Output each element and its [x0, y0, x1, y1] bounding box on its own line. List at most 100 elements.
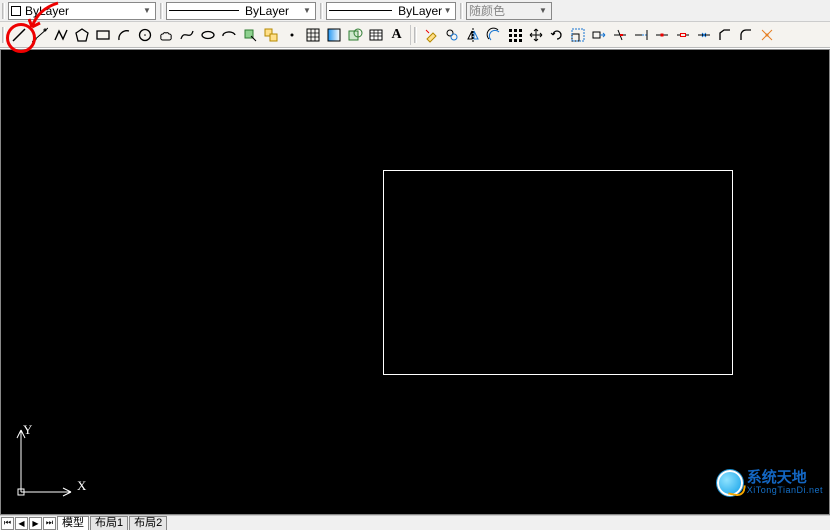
watermark: 系统天地 XiTongTianDi.net [717, 470, 823, 496]
polygon-icon [74, 27, 90, 43]
tab-layout1[interactable]: 布局1 [90, 516, 128, 530]
hatch-tool[interactable] [302, 24, 323, 46]
join-icon [696, 27, 712, 43]
ucs-x-label: X [77, 478, 86, 494]
revision-cloud-tool[interactable] [155, 24, 176, 46]
insert-block-icon [242, 27, 258, 43]
layer-color-swatch [11, 6, 21, 16]
chamfer-tool[interactable] [714, 24, 735, 46]
layer-combo-text: ByLayer [25, 4, 69, 18]
plotstyle-combo-text: 随颜色 [469, 2, 505, 19]
text-tool[interactable]: A [386, 24, 407, 46]
insert-block-tool[interactable] [239, 24, 260, 46]
explode-icon [759, 27, 775, 43]
ellipse-tool[interactable] [197, 24, 218, 46]
layer-combo[interactable]: ByLayer ▼ [8, 2, 156, 20]
grip[interactable] [2, 3, 5, 19]
extend-tool[interactable] [630, 24, 651, 46]
fillet-icon [738, 27, 754, 43]
scale-tool[interactable] [567, 24, 588, 46]
stretch-icon [591, 27, 607, 43]
polyline-tool[interactable] [50, 24, 71, 46]
circle-icon [137, 27, 153, 43]
circle-tool[interactable] [134, 24, 155, 46]
polyline-icon [53, 27, 69, 43]
gradient-icon [326, 27, 342, 43]
break-at-point-tool[interactable] [651, 24, 672, 46]
grip[interactable] [460, 3, 463, 19]
offset-icon [486, 27, 502, 43]
point-tool[interactable] [281, 24, 302, 46]
watermark-cn: 系统天地 [747, 471, 823, 485]
explode-tool[interactable] [756, 24, 777, 46]
grip[interactable] [160, 3, 163, 19]
lineweight-combo[interactable]: ByLayer ▼ [326, 2, 456, 20]
extend-icon [633, 27, 649, 43]
construction-line-tool[interactable] [29, 24, 50, 46]
offset-tool[interactable] [483, 24, 504, 46]
line-icon [11, 27, 27, 43]
chevron-down-icon: ▼ [537, 6, 549, 15]
array-icon [507, 27, 523, 43]
make-block-icon [263, 27, 279, 43]
move-tool[interactable] [525, 24, 546, 46]
chamfer-icon [717, 27, 733, 43]
polygon-tool[interactable] [71, 24, 92, 46]
tab-prev-button[interactable]: ◀ [15, 517, 28, 530]
scale-icon [570, 27, 586, 43]
tab-last-button[interactable]: ⏭ [43, 517, 56, 530]
rectangle-tool[interactable] [92, 24, 113, 46]
line-tool[interactable] [8, 24, 29, 46]
ellipse-arc-icon [221, 27, 237, 43]
chevron-down-icon: ▼ [141, 6, 153, 15]
chevron-down-icon: ▼ [442, 6, 453, 15]
trim-tool[interactable] [609, 24, 630, 46]
grip[interactable] [2, 27, 5, 43]
erase-icon [423, 27, 439, 43]
mirror-icon [465, 27, 481, 43]
tab-next-button[interactable]: ▶ [29, 517, 42, 530]
toolbar-separator [410, 25, 411, 45]
text-icon: A [391, 27, 401, 43]
spline-tool[interactable] [176, 24, 197, 46]
erase-tool[interactable] [420, 24, 441, 46]
grip[interactable] [414, 27, 417, 43]
make-block-tool[interactable] [260, 24, 281, 46]
chevron-down-icon: ▼ [301, 6, 313, 15]
rotate-tool[interactable] [546, 24, 567, 46]
lineweight-preview [329, 10, 392, 11]
ellipse-arc-tool[interactable] [218, 24, 239, 46]
fillet-tool[interactable] [735, 24, 756, 46]
hatch-icon [305, 27, 321, 43]
mirror-tool[interactable] [462, 24, 483, 46]
region-tool[interactable] [344, 24, 365, 46]
drawn-rectangle[interactable] [383, 170, 733, 375]
tab-model[interactable]: 模型 [57, 516, 89, 530]
linetype-preview [169, 10, 239, 11]
stretch-tool[interactable] [588, 24, 609, 46]
join-tool[interactable] [693, 24, 714, 46]
point-icon [284, 27, 300, 43]
drawing-canvas[interactable]: Y X 系统天地 XiTongTianDi.net [0, 49, 830, 515]
table-icon [368, 27, 384, 43]
tab-first-button[interactable]: ⏮ [1, 517, 14, 530]
linetype-combo-text: ByLayer [245, 4, 289, 18]
layout-tab-bar: ⏮ ◀ ▶ ⏭ 模型 布局1 布局2 [0, 515, 830, 530]
break-at-point-icon [654, 27, 670, 43]
copy-tool[interactable] [441, 24, 462, 46]
arc-icon [116, 27, 132, 43]
array-tool[interactable] [504, 24, 525, 46]
plotstyle-combo[interactable]: 随颜色 ▼ [466, 2, 552, 20]
table-tool[interactable] [365, 24, 386, 46]
tab-layout2[interactable]: 布局2 [129, 516, 167, 530]
cloud-icon [158, 27, 174, 43]
rectangle-icon [95, 27, 111, 43]
ucs-y-label: Y [23, 422, 32, 438]
rotate-icon [549, 27, 565, 43]
linetype-combo[interactable]: ByLayer ▼ [166, 2, 316, 20]
break-tool[interactable] [672, 24, 693, 46]
grip[interactable] [320, 3, 323, 19]
break-icon [675, 27, 691, 43]
arc-tool[interactable] [113, 24, 134, 46]
gradient-tool[interactable] [323, 24, 344, 46]
